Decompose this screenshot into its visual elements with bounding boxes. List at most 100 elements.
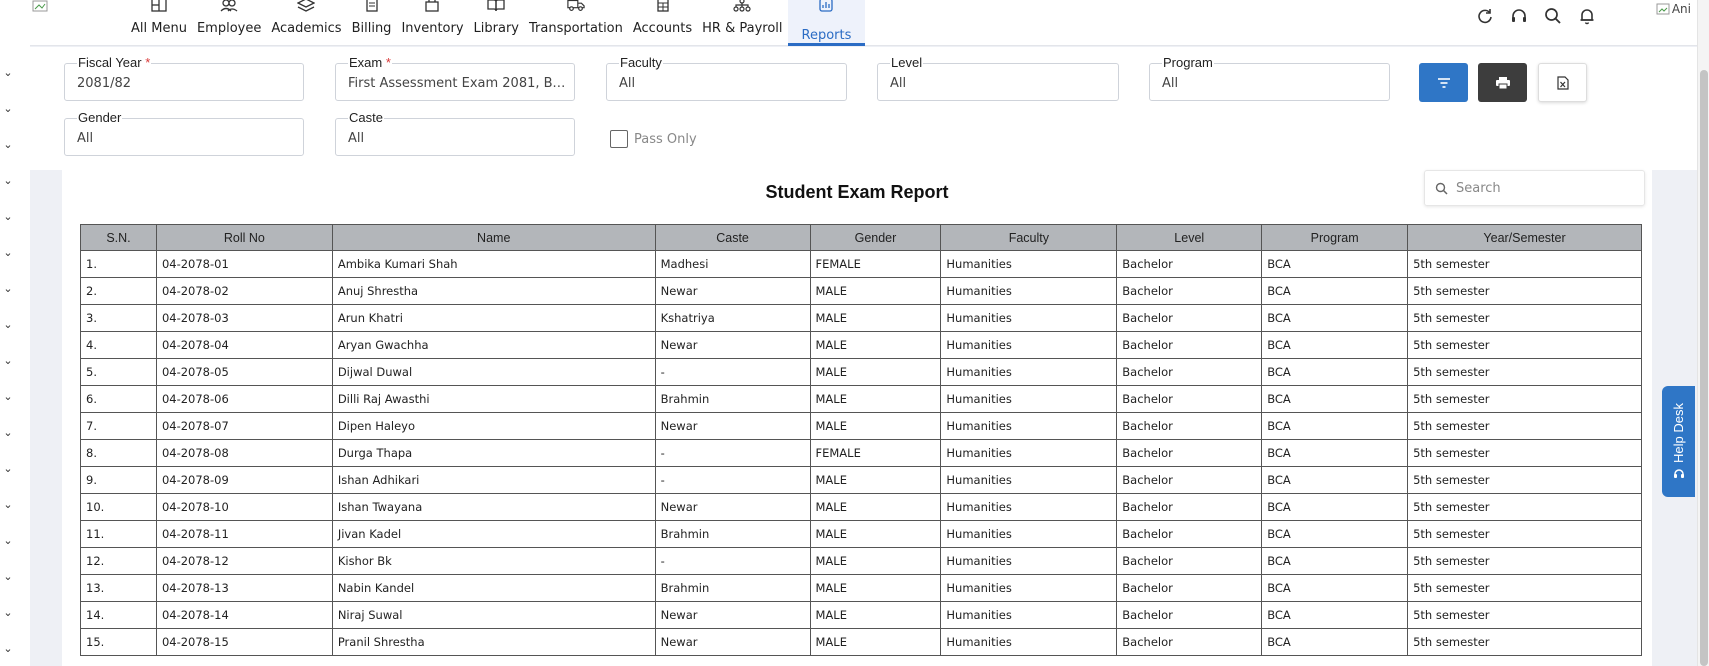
table-cell: 12.	[80, 547, 157, 575]
column-header[interactable]: S.N.	[80, 224, 157, 251]
chevron-down-icon[interactable]: ⌄	[2, 499, 14, 511]
table-cell: Ambika Kumari Shah	[331, 250, 656, 278]
table-cell: Brahmin	[654, 385, 811, 413]
pass-only-checkbox[interactable]	[610, 130, 628, 148]
bell-icon[interactable]	[1577, 6, 1597, 26]
table-row[interactable]: 5. 04-2078-05 Dijwal Duwal - MALE Humanities B…	[80, 358, 1642, 386]
table-cell: Bachelor	[1116, 385, 1263, 413]
nav-item-reports[interactable]: Reports	[787, 0, 866, 46]
nav-item-academics[interactable]: Academics	[266, 0, 346, 46]
chevron-down-icon[interactable]: ⌄	[2, 103, 14, 115]
nav-item-accounts[interactable]: Accounts	[628, 0, 697, 46]
chevron-down-icon[interactable]: ⌄	[2, 175, 14, 187]
table-cell: 15.	[80, 628, 157, 656]
chevron-down-icon[interactable]: ⌄	[2, 391, 14, 403]
table-cell: 04-2078-15	[155, 628, 333, 656]
table-row[interactable]: 1. 04-2078-01 Ambika Kumari Shah Madhesi FEM…	[80, 250, 1642, 278]
table-row[interactable]: 2. 04-2078-02 Anuj Shrestha Newar MALE Humani…	[80, 277, 1642, 305]
table-cell: Humanities	[940, 520, 1118, 548]
table-row[interactable]: 10. 04-2078-10 Ishan Twayana Newar MALE Human…	[80, 493, 1642, 521]
nav-item-label: Employee	[196, 21, 262, 36]
chevron-down-icon[interactable]: ⌄	[2, 355, 14, 367]
column-header[interactable]: Program	[1261, 224, 1409, 251]
chevron-down-icon[interactable]: ⌄	[2, 67, 14, 79]
refresh-icon[interactable]	[1475, 6, 1495, 26]
chevron-down-icon[interactable]: ⌄	[2, 139, 14, 151]
avatar[interactable]: Ani	[1656, 2, 1691, 16]
nav-item-transportation[interactable]: Transportation	[524, 0, 628, 46]
table-body: 1. 04-2078-01 Ambika Kumari Shah Madhesi FEM…	[80, 250, 1642, 656]
left-rail: ⌄ ⌄ ⌄ ⌄ ⌄ ⌄ ⌄ ⌄ ⌄ ⌄ ⌄ ⌄ ⌄ ⌄ ⌄ ⌄ ⌄	[0, 0, 30, 666]
caste-select[interactable]: Caste All	[335, 110, 575, 156]
column-header[interactable]: Faculty	[940, 224, 1118, 251]
chevron-down-icon[interactable]: ⌄	[2, 463, 14, 475]
filter-button[interactable]	[1419, 63, 1468, 102]
faculty-value: All	[619, 76, 636, 91]
chevron-down-icon[interactable]: ⌄	[2, 571, 14, 583]
table-cell: Niraj Suwal	[331, 601, 656, 629]
nav-item-all-menu[interactable]: All Menu	[126, 0, 192, 46]
print-button[interactable]	[1478, 63, 1527, 102]
faculty-select[interactable]: Faculty All	[606, 55, 847, 101]
required-marker: *	[145, 55, 151, 70]
search-input[interactable]	[1456, 180, 1626, 196]
table-cell: 5th semester	[1407, 412, 1642, 440]
table-row[interactable]: 6. 04-2078-06 Dilli Raj Awasthi Brahmin MALE…	[80, 385, 1642, 413]
table-cell: 04-2078-03	[155, 304, 333, 332]
program-select[interactable]: Program All	[1149, 55, 1390, 101]
table-row[interactable]: 11. 04-2078-11 Jivan Kadel Brahmin MALE Human…	[80, 520, 1642, 548]
program-label: Program	[1162, 55, 1214, 70]
printer-icon	[1495, 76, 1510, 89]
table-row[interactable]: 3. 04-2078-03 Arun Khatri Kshatriya MALE Huma…	[80, 304, 1642, 332]
pass-only-toggle[interactable]: Pass Only	[610, 130, 697, 148]
nav-item-inventory[interactable]: Inventory	[396, 0, 468, 46]
table-row[interactable]: 7. 04-2078-07 Dipen Haleyo Newar MALE Humanit…	[80, 412, 1642, 440]
column-header[interactable]: Name	[331, 224, 656, 251]
fiscal-year-select[interactable]: Fiscal Year * 2081/82	[64, 55, 304, 101]
gender-select[interactable]: Gender All	[64, 110, 304, 156]
chevron-down-icon[interactable]: ⌄	[2, 247, 14, 259]
nav-item-employee[interactable]: Employee	[192, 0, 266, 46]
help-desk-button[interactable]: Help Desk	[1662, 386, 1695, 497]
export-excel-button[interactable]	[1538, 63, 1587, 102]
table-row[interactable]: 13. 04-2078-13 Nabin Kandel Brahmin MALE Huma…	[80, 574, 1642, 602]
table-row[interactable]: 8. 04-2078-08 Durga Thapa - FEMALE Humanities…	[80, 439, 1642, 467]
table-cell: Bachelor	[1116, 601, 1263, 629]
table-row[interactable]: 14. 04-2078-14 Niraj Suwal Newar MALE Humanit…	[80, 601, 1642, 629]
table-cell: Humanities	[940, 547, 1118, 575]
nav-item-library[interactable]: Library	[469, 0, 524, 46]
column-header[interactable]: Year/Semester	[1407, 224, 1642, 251]
column-header[interactable]: Level	[1116, 224, 1263, 251]
nav-item-label: Academics	[271, 21, 342, 36]
chevron-down-icon[interactable]: ⌄	[2, 319, 14, 331]
scrollbar-thumb[interactable]	[1700, 70, 1708, 666]
search-icon[interactable]	[1543, 6, 1563, 26]
headset-icon[interactable]	[1509, 6, 1529, 26]
table-cell: Humanities	[940, 277, 1118, 305]
exam-select[interactable]: Exam * First Assessment Exam 2081, BCA .…	[335, 55, 575, 101]
table-cell: MALE	[809, 628, 942, 656]
report-search[interactable]	[1424, 170, 1645, 206]
chevron-down-icon[interactable]: ⌄	[2, 535, 14, 547]
chevron-down-icon[interactable]: ⌄	[2, 427, 14, 439]
book-icon	[487, 0, 505, 12]
table-cell: 04-2078-05	[155, 358, 333, 386]
nav-item-billing[interactable]: Billing	[347, 0, 397, 46]
column-header[interactable]: Gender	[809, 224, 942, 251]
table-row[interactable]: 15. 04-2078-15 Pranil Shrestha Newar MALE Hum…	[80, 628, 1642, 656]
chevron-down-icon[interactable]: ⌄	[2, 211, 14, 223]
table-row[interactable]: 9. 04-2078-09 Ishan Adhikari - MALE Humanitie…	[80, 466, 1642, 494]
page-scrollbar[interactable]	[1697, 0, 1709, 666]
chevron-down-icon[interactable]: ⌄	[2, 283, 14, 295]
level-select[interactable]: Level All	[877, 55, 1119, 101]
nav-item-label: All Menu	[131, 21, 187, 36]
table-row[interactable]: 12. 04-2078-12 Kishor Bk - MALE Humanities Bac…	[80, 547, 1642, 575]
column-header[interactable]: Roll No	[155, 224, 333, 251]
table-cell: Humanities	[940, 331, 1118, 359]
column-header[interactable]: Caste	[654, 224, 811, 251]
chevron-down-icon[interactable]: ⌄	[2, 607, 14, 619]
chevron-down-icon[interactable]: ⌄	[2, 643, 14, 655]
nav-item-hr-payroll[interactable]: HR & Payroll	[697, 0, 787, 46]
table-row[interactable]: 4. 04-2078-04 Aryan Gwachha Newar MALE Humani…	[80, 331, 1642, 359]
table-cell: MALE	[809, 385, 942, 413]
